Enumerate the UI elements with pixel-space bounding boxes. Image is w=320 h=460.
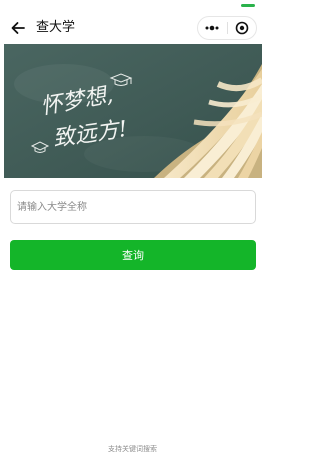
more-dots-icon — [205, 25, 219, 31]
close-button[interactable] — [228, 17, 257, 39]
mini-program-capsule — [197, 16, 257, 40]
page-title: 查大学 — [36, 20, 76, 35]
banner-image: 怀梦想, 致远方! — [4, 44, 262, 178]
back-button[interactable] — [9, 19, 27, 37]
target-close-icon — [235, 21, 249, 35]
status-indicator — [241, 4, 255, 7]
more-button[interactable] — [198, 17, 227, 39]
university-search-input[interactable] — [10, 190, 256, 224]
navigation-bar: 查大学 — [0, 12, 265, 44]
search-button[interactable]: 查询 — [10, 240, 256, 270]
back-arrow-icon — [11, 22, 25, 34]
keyword-search-hint: 支持关键词搜索 — [108, 445, 157, 453]
banner-illustration: 怀梦想, 致远方! — [4, 44, 262, 178]
